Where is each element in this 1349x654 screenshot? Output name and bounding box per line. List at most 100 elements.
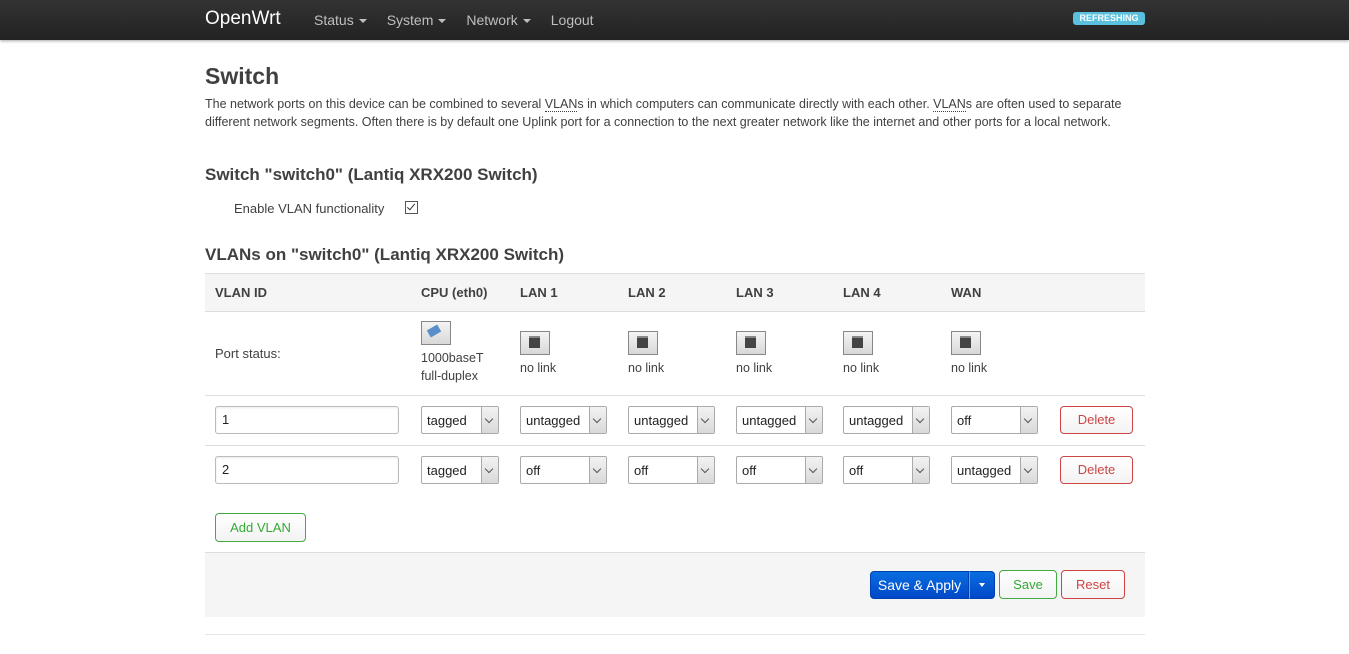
port-lan4: no link	[843, 331, 879, 377]
lan4-tagging-select[interactable]: untagged	[843, 406, 930, 434]
header-lan1: LAN 1	[520, 285, 558, 300]
cpu-tagging-select[interactable]: tagged	[421, 406, 499, 434]
select-value: untagged	[957, 463, 1012, 478]
nav-system[interactable]: System	[387, 12, 447, 28]
lan3-tagging-select[interactable]: untagged	[736, 406, 823, 434]
port-status-row: Port status: 1000baseT full-duplex no lin…	[205, 311, 1145, 396]
caret-down-icon	[522, 19, 531, 23]
page-title: Switch	[205, 63, 280, 89]
header-lan4: LAN 4	[843, 285, 881, 300]
switch-heading: Switch "switch0" (Lantiq XRX200 Switch)	[205, 165, 538, 184]
lan2-tagging-select[interactable]: off	[628, 456, 715, 484]
caret-down-icon	[358, 19, 367, 23]
ethernet-port-down-icon	[951, 331, 981, 355]
lan1-tagging-select[interactable]: untagged	[520, 406, 607, 434]
header-cpu: CPU (eth0)	[421, 285, 488, 300]
chevron-down-icon	[912, 457, 929, 483]
port-cpu: 1000baseT full-duplex	[421, 321, 484, 385]
select-value: tagged	[427, 413, 467, 428]
vlan-id-input[interactable]: 1	[215, 406, 399, 434]
page-description: The network ports on this device can be …	[205, 95, 1140, 131]
ethernet-port-down-icon	[520, 331, 550, 355]
select-value: untagged	[634, 413, 689, 428]
select-value: off	[526, 463, 541, 478]
nav-status-label: Status	[314, 12, 354, 28]
chevron-down-icon	[805, 407, 822, 433]
ethernet-port-down-icon	[628, 331, 658, 355]
select-value: off	[957, 413, 972, 428]
chevron-down-icon	[697, 407, 714, 433]
delete-vlan-button[interactable]: Delete	[1060, 406, 1133, 434]
header-lan2: LAN 2	[628, 285, 666, 300]
port-status-text: no link	[520, 361, 557, 375]
chevron-down-icon	[912, 407, 929, 433]
ethernet-port-down-icon	[843, 331, 873, 355]
chevron-down-icon	[805, 457, 822, 483]
lan2-tagging-select[interactable]: untagged	[628, 406, 715, 434]
main-nav: Status System Network Logout	[314, 12, 614, 28]
chevron-down-icon	[697, 457, 714, 483]
form-actions: Save & Apply Save Reset	[205, 552, 1145, 617]
chevron-down-icon	[1020, 457, 1037, 483]
nav-network[interactable]: Network	[466, 12, 531, 28]
add-vlan-button[interactable]: Add VLAN	[215, 513, 306, 542]
lan3-tagging-select[interactable]: off	[736, 456, 823, 484]
nav-status[interactable]: Status	[314, 12, 367, 28]
port-lan1: no link	[520, 331, 556, 377]
chevron-down-icon	[481, 457, 498, 483]
footer-divider	[205, 634, 1145, 635]
select-value: off	[849, 463, 864, 478]
port-status-text: no link	[736, 361, 773, 375]
header-lan3: LAN 3	[736, 285, 774, 300]
ethernet-port-up-icon	[421, 321, 451, 345]
chevron-down-icon	[589, 407, 606, 433]
vlan-id-input[interactable]: 2	[215, 456, 399, 484]
select-value: tagged	[427, 463, 467, 478]
lan1-tagging-select[interactable]: off	[520, 456, 607, 484]
brand-logo[interactable]: OpenWrt	[205, 8, 281, 30]
save-apply-dropdown-toggle[interactable]	[969, 571, 995, 599]
port-status-text: no link	[628, 361, 665, 375]
desc-abbr: VLAN	[933, 97, 966, 112]
select-value: untagged	[849, 413, 904, 428]
desc-abbr: VLAN	[544, 97, 578, 112]
vlans-heading: VLANs on "switch0" (Lantiq XRX200 Switch…	[205, 245, 565, 264]
desc-text: s in which computers can communicate dir…	[577, 97, 934, 111]
vlan-row: 2 tagged off off off off untagged Delete	[205, 446, 1145, 495]
nav-logout-label: Logout	[550, 12, 594, 28]
vlan-row: 1 tagged untagged untagged untagged unta…	[205, 396, 1145, 446]
nav-network-label: Network	[466, 12, 518, 28]
save-apply-button[interactable]: Save & Apply	[870, 571, 969, 599]
reset-button[interactable]: Reset	[1061, 570, 1125, 599]
ethernet-port-down-icon	[736, 331, 766, 355]
enable-vlan-checkbox[interactable]	[405, 201, 418, 214]
enable-vlan-label: Enable VLAN functionality	[234, 201, 385, 216]
refresh-badge[interactable]: REFRESHING	[1073, 12, 1145, 25]
top-navbar: OpenWrt Status System Network Logout REF…	[0, 0, 1349, 40]
chevron-down-icon	[589, 457, 606, 483]
port-status-text: no link	[843, 361, 880, 375]
port-status-label: Port status:	[215, 346, 281, 361]
nav-system-label: System	[386, 12, 434, 28]
table-header: VLAN ID CPU (eth0) LAN 1 LAN 2 LAN 3 LAN…	[205, 273, 1145, 312]
cpu-tagging-select[interactable]: tagged	[421, 456, 499, 484]
port-lan2: no link	[628, 331, 664, 377]
select-value: untagged	[526, 413, 581, 428]
select-value: off	[742, 463, 757, 478]
chevron-down-icon	[1020, 407, 1037, 433]
wan-tagging-select[interactable]: off	[951, 406, 1038, 434]
delete-vlan-button[interactable]: Delete	[1060, 456, 1133, 484]
caret-down-icon	[438, 19, 447, 23]
lan4-tagging-select[interactable]: off	[843, 456, 930, 484]
port-speed: 1000baseT	[421, 351, 484, 365]
save-button[interactable]: Save	[999, 570, 1057, 599]
wan-tagging-select[interactable]: untagged	[951, 456, 1038, 484]
port-duplex: full-duplex	[421, 369, 478, 383]
desc-text: The network ports on this device can be …	[205, 97, 545, 111]
chevron-down-icon	[481, 407, 498, 433]
port-lan3: no link	[736, 331, 772, 377]
header-wan: WAN	[951, 285, 982, 300]
select-value: untagged	[742, 413, 797, 428]
port-wan: no link	[951, 331, 987, 377]
nav-logout[interactable]: Logout	[551, 12, 594, 28]
